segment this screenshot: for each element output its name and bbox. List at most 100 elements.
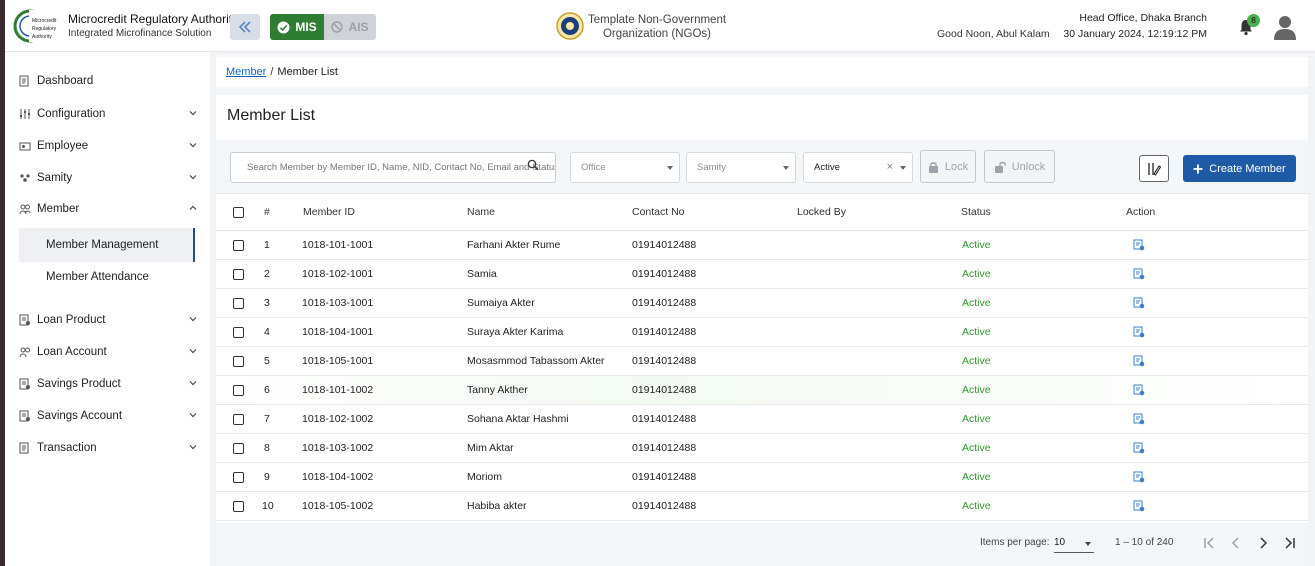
chevron-down-icon bbox=[189, 111, 197, 116]
sidebar-item-samity[interactable]: Samity bbox=[19, 167, 199, 189]
view-details-icon[interactable] bbox=[1133, 442, 1145, 454]
chevron-down-icon bbox=[189, 143, 197, 148]
organization-name: Template Non-Government Organization (NG… bbox=[587, 14, 727, 40]
column-header-contact[interactable]: Contact No bbox=[632, 206, 685, 218]
view-details-icon[interactable] bbox=[1133, 355, 1145, 367]
table-row[interactable]: 3 1018-103-1001 Sumaiya Akter 0191401248… bbox=[216, 289, 1308, 318]
row-checkbox[interactable] bbox=[233, 472, 244, 483]
office-select[interactable]: Office bbox=[570, 152, 680, 183]
table-row[interactable]: 1 1018-101-1001 Farhani Akter Rume 01914… bbox=[216, 231, 1308, 260]
member-id: 1018-104-1001 bbox=[302, 326, 374, 338]
view-details-icon[interactable] bbox=[1133, 326, 1145, 338]
sidebar-item-dashboard[interactable]: Dashboard bbox=[19, 70, 199, 92]
search-icon[interactable] bbox=[527, 159, 539, 171]
row-checkbox[interactable] bbox=[233, 269, 244, 280]
savings-product-icon bbox=[19, 378, 30, 390]
employee-icon bbox=[19, 142, 31, 151]
first-page-icon[interactable] bbox=[1201, 535, 1217, 551]
table-row[interactable]: 6 1018-101-1002 Tanny Akther 01914012488… bbox=[216, 376, 1308, 405]
table-row[interactable]: 2 1018-102-1001 Samia 01914012488 Active bbox=[216, 260, 1308, 289]
loan-account-icon bbox=[19, 347, 30, 358]
column-header-status[interactable]: Status bbox=[961, 206, 991, 218]
samity-select[interactable]: Samity bbox=[686, 152, 796, 183]
table-row[interactable]: 10 1018-105-1002 Habiba akter 0191401248… bbox=[216, 492, 1308, 521]
view-details-icon[interactable] bbox=[1133, 268, 1145, 280]
unlock-button[interactable]: Unlock bbox=[984, 150, 1055, 183]
breadcrumb-link-member[interactable]: Member bbox=[226, 66, 266, 78]
column-settings-button[interactable] bbox=[1139, 155, 1169, 182]
last-page-icon[interactable] bbox=[1282, 535, 1298, 551]
table-row[interactable]: 4 1018-104-1001 Suraya Akter Karima 0191… bbox=[216, 318, 1308, 347]
view-details-icon[interactable] bbox=[1133, 471, 1145, 483]
row-checkbox[interactable] bbox=[233, 356, 244, 367]
member-id: 1018-104-1002 bbox=[302, 471, 374, 483]
column-header-locked-by[interactable]: Locked By bbox=[797, 206, 846, 218]
view-details-icon[interactable] bbox=[1133, 413, 1145, 425]
member-id: 1018-101-1001 bbox=[302, 239, 374, 251]
office-select-placeholder: Office bbox=[581, 162, 606, 173]
pagination-footer: Items per page: 10 1 – 10 of 240 bbox=[216, 523, 1308, 566]
member-name: Tanny Akther bbox=[467, 384, 528, 396]
table-row[interactable]: 9 1018-104-1002 Moriom 01914012488 Activ… bbox=[216, 463, 1308, 492]
status-select[interactable]: Active × bbox=[803, 152, 913, 183]
view-details-icon[interactable] bbox=[1133, 297, 1145, 309]
plus-icon bbox=[1193, 164, 1203, 173]
row-checkbox[interactable] bbox=[233, 501, 244, 512]
member-icon bbox=[19, 204, 31, 215]
sidebar-item-label: Transaction bbox=[37, 442, 97, 454]
lock-button[interactable]: Lock bbox=[920, 150, 976, 183]
create-member-button[interactable]: Create Member bbox=[1183, 155, 1296, 182]
row-checkbox[interactable] bbox=[233, 327, 244, 338]
row-checkbox[interactable] bbox=[233, 385, 244, 396]
next-page-icon[interactable] bbox=[1255, 535, 1271, 551]
previous-page-icon[interactable] bbox=[1228, 535, 1244, 551]
user-avatar-icon[interactable] bbox=[1273, 14, 1297, 40]
row-number: 8 bbox=[264, 442, 270, 454]
sidebar-item-configuration[interactable]: Configuration bbox=[19, 103, 199, 125]
row-checkbox[interactable] bbox=[233, 443, 244, 454]
sidebar-item-transaction[interactable]: Transaction bbox=[19, 437, 199, 459]
search-input[interactable]: Search Member by Member ID, Name, NID, C… bbox=[230, 152, 556, 183]
table-row[interactable]: 5 1018-105-1001 Mosasmmod Tabassom Akter… bbox=[216, 347, 1308, 376]
row-checkbox[interactable] bbox=[233, 414, 244, 425]
view-details-icon[interactable] bbox=[1133, 500, 1145, 512]
member-status: Active bbox=[962, 384, 991, 396]
items-per-page-value: 10 bbox=[1054, 537, 1066, 548]
items-per-page-select[interactable]: 10 bbox=[1054, 533, 1094, 553]
clear-icon[interactable]: × bbox=[887, 161, 893, 173]
chevron-down-icon bbox=[189, 445, 197, 450]
user-greeting: Good Noon, Abul Kalam bbox=[937, 28, 1050, 40]
sidebar-item-employee[interactable]: Employee bbox=[19, 135, 199, 157]
ais-toggle-button[interactable]: AIS bbox=[324, 14, 376, 40]
sidebar-item-label: Member bbox=[37, 203, 80, 215]
table-row[interactable]: 8 1018-103-1002 Mim Aktar 01914012488 Ac… bbox=[216, 434, 1308, 463]
sidebar-subitem-member-management[interactable]: Member Management bbox=[19, 228, 195, 262]
row-checkbox[interactable] bbox=[233, 298, 244, 309]
sidebar-item-label: Loan Product bbox=[37, 314, 106, 326]
sidebar-item-member[interactable]: Member bbox=[19, 198, 199, 220]
mis-toggle-button[interactable]: MIS bbox=[270, 14, 324, 40]
table-row[interactable]: 7 1018-102-1002 Sohana Aktar Hashmi 0191… bbox=[216, 405, 1308, 434]
member-id: 1018-103-1002 bbox=[302, 442, 374, 454]
member-name: Mosasmmod Tabassom Akter bbox=[467, 355, 605, 367]
row-number: 5 bbox=[264, 355, 270, 367]
collapse-sidebar-button[interactable] bbox=[230, 14, 260, 40]
sidebar-item-loan-product[interactable]: Loan Product bbox=[19, 309, 199, 331]
row-number: 1 bbox=[264, 239, 270, 251]
sidebar-item-loan-account[interactable]: Loan Account bbox=[19, 341, 199, 363]
sidebar-item-savings-product[interactable]: Savings Product bbox=[19, 373, 199, 395]
chevron-down-icon bbox=[189, 381, 197, 386]
member-name: Sumaiya Akter bbox=[467, 297, 535, 309]
member-status: Active bbox=[962, 355, 991, 367]
select-all-checkbox[interactable] bbox=[233, 207, 244, 218]
top-header: Microcredit Regulatory Authority Microcr… bbox=[5, 0, 1315, 52]
column-header-name[interactable]: Name bbox=[467, 206, 495, 218]
member-contact: 01914012488 bbox=[632, 384, 697, 396]
row-checkbox[interactable] bbox=[233, 240, 244, 251]
column-header-member-id[interactable]: Member ID bbox=[303, 206, 355, 218]
view-details-icon[interactable] bbox=[1133, 384, 1145, 396]
sidebar-item-savings-account[interactable]: Savings Account bbox=[19, 405, 199, 427]
view-details-icon[interactable] bbox=[1133, 239, 1145, 251]
sidebar-subitem-member-attendance[interactable]: Member Attendance bbox=[19, 260, 195, 294]
create-member-label: Create Member bbox=[1209, 162, 1286, 175]
